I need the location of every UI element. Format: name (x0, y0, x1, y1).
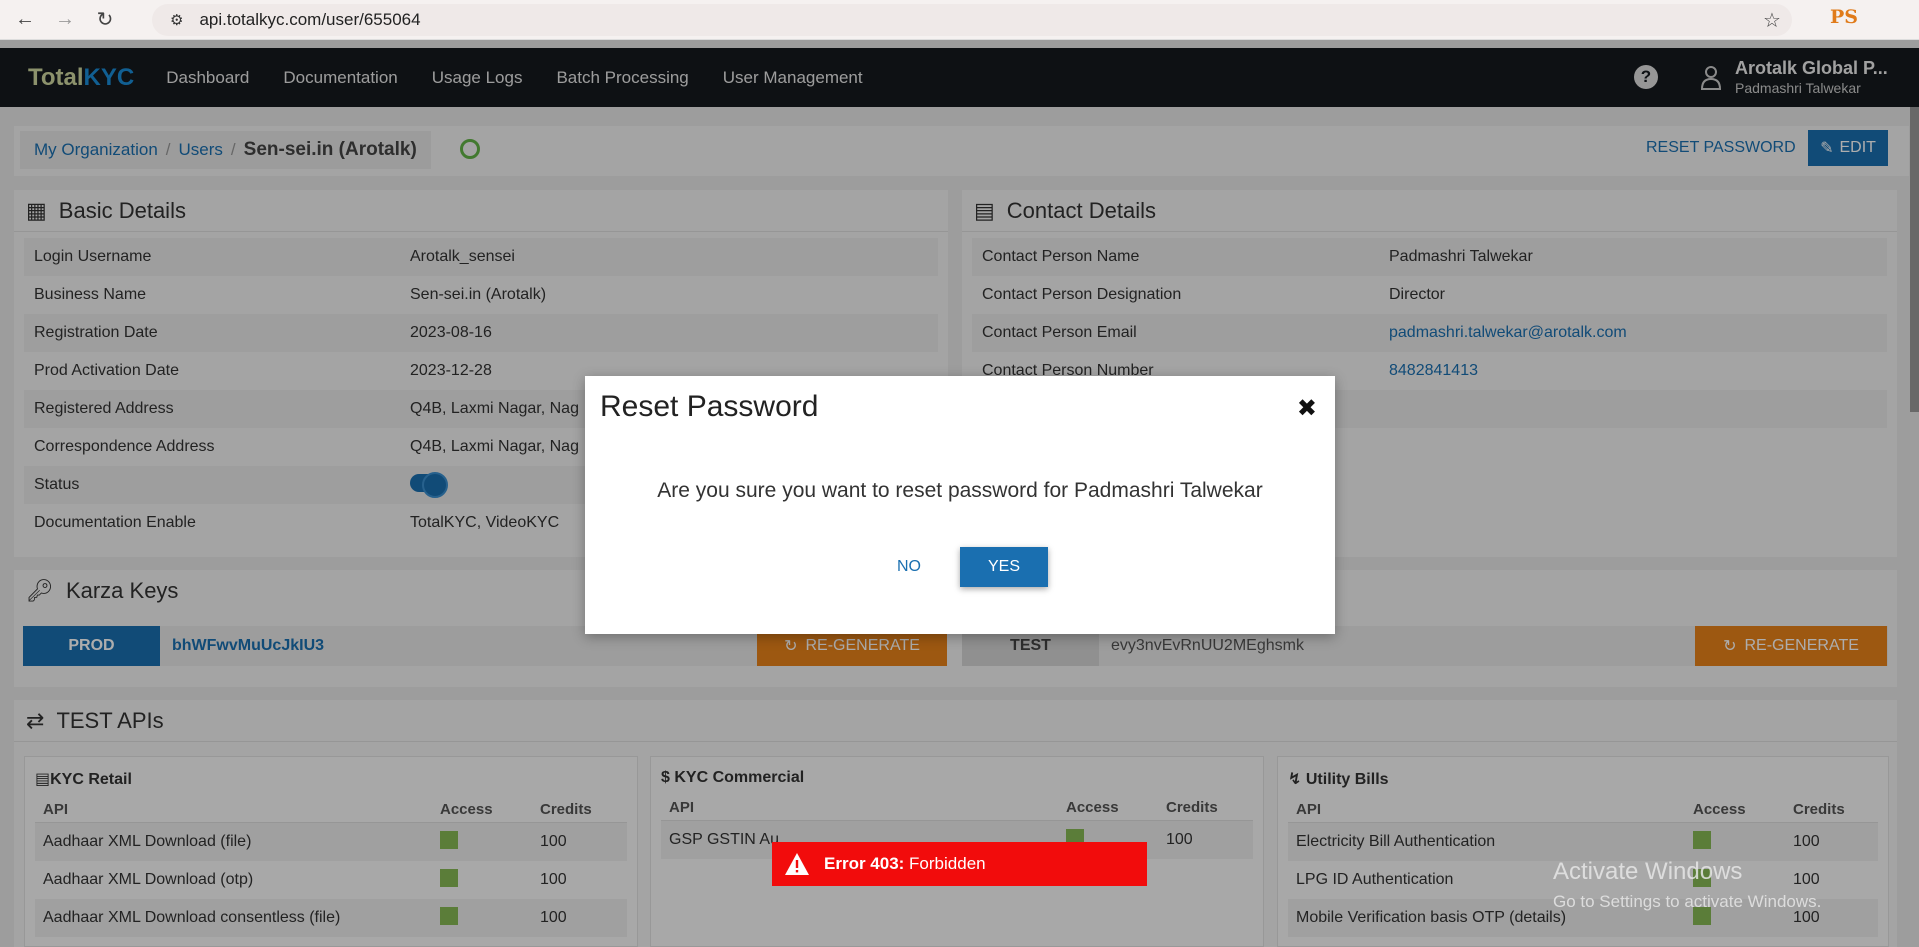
activation-watermark: Activate Windows Go to Settings to activ… (1553, 858, 1821, 912)
warning-icon (784, 851, 810, 877)
browser-profile-avatar[interactable]: PS (1830, 6, 1858, 28)
modal-message: Are you sure you want to reset password … (657, 479, 1263, 502)
reload-icon[interactable]: ↻ (90, 5, 120, 35)
yes-button[interactable]: YES (960, 547, 1048, 587)
watermark-subtitle: Go to Settings to activate Windows. (1553, 892, 1822, 911)
close-icon[interactable]: ✖ (1297, 394, 1317, 423)
forward-icon[interactable]: → (50, 5, 80, 35)
browser-toolbar: ← → ↻ ⚙ api.totalkyc.com/user/655064 ☆ P… (0, 0, 1919, 40)
site-settings-icon[interactable]: ⚙ (170, 11, 183, 29)
reset-password-modal: Reset Password ✖ Are you sure you want t… (585, 376, 1335, 634)
address-bar[interactable]: ⚙ api.totalkyc.com/user/655064 ☆ (152, 4, 1792, 36)
bookmark-star-icon[interactable]: ☆ (1752, 4, 1792, 36)
error-message: Forbidden (904, 854, 986, 873)
no-button[interactable]: NO (897, 558, 921, 576)
modal-title: Reset Password (600, 390, 819, 423)
url-text: api.totalkyc.com/user/655064 (199, 10, 421, 29)
watermark-title: Activate Windows (1553, 858, 1743, 885)
error-code: Error 403: (824, 854, 905, 873)
error-toast[interactable]: Error 403: Forbidden (772, 842, 1147, 886)
modal-backdrop-top (0, 40, 1919, 48)
back-icon[interactable]: ← (10, 5, 40, 35)
